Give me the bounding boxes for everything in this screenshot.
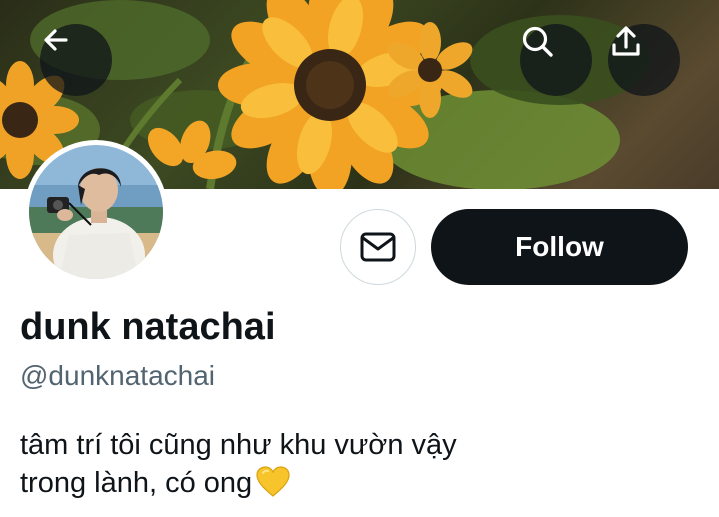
bio-line-1: tâm trí tôi cũng như khu vườn vậy: [20, 429, 457, 461]
yellow-heart-icon: [256, 466, 290, 497]
arrow-left-icon: [44, 29, 68, 51]
search-button[interactable]: [520, 24, 592, 96]
search-icon: [522, 26, 553, 57]
bio-line-2-text: trong lành, có ong: [20, 467, 253, 499]
envelope-icon: [360, 232, 396, 262]
share-upload-icon: [612, 26, 640, 56]
avatar-photo: [29, 145, 163, 279]
display-name: dunk natachai: [20, 306, 276, 348]
bio: tâm trí tôi cũng như khu vườn vậy trong …: [20, 426, 680, 502]
follow-button[interactable]: Follow: [431, 209, 688, 285]
back-button[interactable]: [40, 24, 112, 96]
bio-line-2: trong lành, có ong: [20, 464, 680, 502]
share-button[interactable]: [608, 24, 680, 96]
message-button[interactable]: [340, 209, 416, 285]
handle: @dunknatachai: [20, 360, 216, 391]
avatar[interactable]: [24, 140, 168, 284]
